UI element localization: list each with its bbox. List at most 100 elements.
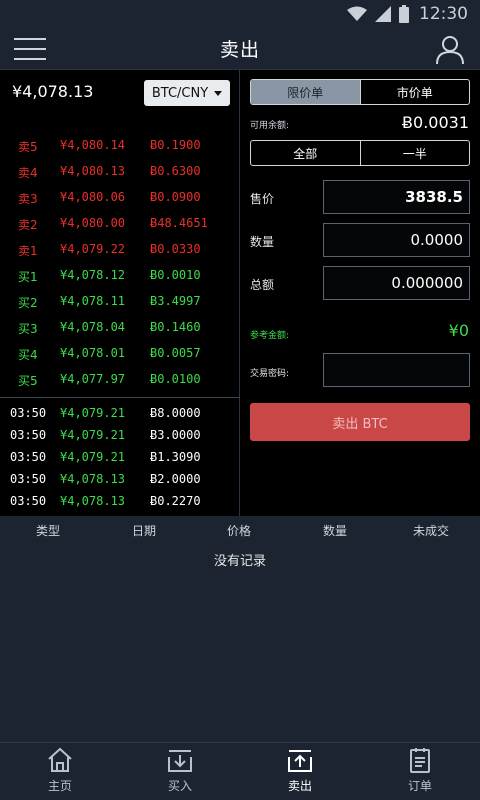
clipboard-icon (410, 748, 430, 773)
order-type-market[interactable]: 市价单 (359, 80, 470, 104)
ask-price: ¥4,080.14 (60, 138, 126, 152)
trade-amount: Ƀ0.2270 (150, 494, 201, 508)
bid-amount: Ƀ0.1460 (150, 320, 201, 334)
user-icon[interactable] (434, 33, 466, 65)
bid-price: ¥4,077.97 (60, 372, 126, 386)
trade-price: ¥4,078.13 (60, 494, 126, 508)
ask-amount: Ƀ0.0900 (150, 190, 201, 204)
price-label: 售价 (250, 192, 275, 206)
trade-amount: Ƀ1.3090 (150, 450, 201, 464)
ask-label: 卖5 (18, 140, 38, 154)
app-header: 卖出 (0, 28, 480, 70)
total-label: 总额 (250, 278, 275, 292)
tab-sell[interactable]: 卖出 (240, 743, 360, 800)
ask-row[interactable]: 卖5 ¥4,080.14 Ƀ0.1900 (0, 136, 240, 156)
market-panel: ¥4,078.13 BTC/CNY 卖5 ¥4,080.14 Ƀ0.1900 卖… (0, 70, 240, 516)
menu-icon-line (14, 58, 46, 60)
ask-row[interactable]: 卖4 ¥4,080.13 Ƀ0.6300 (0, 162, 240, 182)
total-input[interactable]: 0.000000 (323, 266, 470, 300)
pair-select[interactable]: BTC/CNY (144, 80, 230, 106)
quick-amount-all[interactable]: 全部 (251, 141, 360, 165)
trade-row: 03:50 ¥4,079.21 Ƀ8.0000 (0, 404, 240, 424)
ask-label: 卖4 (18, 166, 38, 180)
upload-icon (288, 750, 312, 772)
menu-button[interactable] (14, 36, 48, 62)
ask-label: 卖3 (18, 192, 38, 206)
trade-time: 03:50 (10, 450, 47, 464)
trade-amount: Ƀ8.0000 (150, 406, 201, 420)
page-title: 卖出 (219, 39, 260, 61)
trade-time: 03:50 (10, 406, 47, 420)
reference-label: 参考金额: (250, 331, 290, 341)
trade-amount: Ƀ2.0000 (150, 472, 201, 486)
ask-price: ¥4,080.13 (60, 164, 126, 178)
ask-amount: Ƀ0.6300 (150, 164, 201, 178)
bid-row[interactable]: 买1 ¥4,078.12 Ƀ0.0010 (0, 266, 240, 286)
bid-label: 买1 (18, 270, 38, 284)
order-type-limit[interactable]: 限价单 (251, 80, 360, 104)
ask-amount: Ƀ0.0330 (150, 242, 201, 256)
bid-row[interactable]: 买5 ¥4,077.97 Ƀ0.0100 (0, 370, 240, 390)
password-label: 交易密码: (250, 369, 290, 379)
quick-amount-half[interactable]: 一半 (359, 141, 470, 165)
orders-col-unfilled: 未成交 (413, 524, 450, 538)
quick-amount-toggle: 全部 一半 (250, 140, 470, 166)
trade-time: 03:50 (10, 472, 47, 486)
bid-row[interactable]: 买4 ¥4,078.01 Ƀ0.0057 (0, 344, 240, 364)
download-icon (168, 750, 192, 772)
bid-price: ¥4,078.11 (60, 294, 126, 308)
orders-col-type: 类型 (36, 524, 61, 538)
ask-row[interactable]: 卖2 ¥4,080.00 Ƀ48.4651 (0, 214, 240, 234)
tab-home[interactable]: 主页 (0, 743, 120, 800)
bid-row[interactable]: 买3 ¥4,078.04 Ƀ0.1460 (0, 318, 240, 338)
ask-price: ¥4,080.06 (60, 190, 126, 204)
trade-price: ¥4,079.21 (60, 428, 126, 442)
tab-bar: 主页 买入 卖出 订单 (0, 742, 480, 800)
last-price: ¥4,078.13 (12, 82, 94, 101)
ask-price: ¥4,080.00 (60, 216, 126, 230)
bid-amount: Ƀ3.4997 (150, 294, 201, 308)
tab-buy[interactable]: 买入 (120, 743, 240, 800)
pair-select-value: BTC/CNY (151, 85, 209, 101)
price-input[interactable]: 3838.5 (323, 180, 470, 214)
tab-home-label: 主页 (47, 779, 72, 793)
ask-row[interactable]: 卖1 ¥4,079.22 Ƀ0.0330 (0, 240, 240, 260)
orders-table-header: 类型 日期 价格 数量 未成交 (0, 516, 480, 542)
trade-row: 03:50 ¥4,078.13 Ƀ2.0000 (0, 470, 240, 490)
ask-price: ¥4,079.22 (60, 242, 126, 256)
balance-value: Ƀ0.0031 (402, 113, 469, 132)
tab-buy-label: 买入 (167, 779, 192, 793)
ask-amount: Ƀ0.1900 (150, 138, 201, 152)
divider (0, 397, 240, 398)
bid-price: ¥4,078.12 (60, 268, 126, 282)
balance-label: 可用余额: (250, 121, 290, 131)
reference-value: ¥0 (448, 321, 469, 340)
tab-orders[interactable]: 订单 (360, 743, 480, 800)
menu-icon-line (14, 48, 46, 50)
ask-label: 卖2 (18, 218, 38, 232)
ask-amount: Ƀ48.4651 (150, 216, 208, 230)
trade-row: 03:50 ¥4,079.21 Ƀ1.3090 (0, 448, 240, 468)
trade-price: ¥4,079.21 (60, 450, 126, 464)
signal-icon (375, 6, 391, 22)
bid-row[interactable]: 买2 ¥4,078.11 Ƀ3.4997 (0, 292, 240, 312)
trade-row: 03:50 ¥4,079.21 Ƀ3.0000 (0, 426, 240, 446)
tab-sell-label: 卖出 (287, 779, 312, 793)
password-input[interactable] (323, 353, 470, 387)
bid-amount: Ƀ0.0057 (150, 346, 201, 360)
order-form: 限价单 市价单 可用余额: Ƀ0.0031 全部 一半 售价 3838.5 数量… (241, 70, 480, 516)
bid-label: 买2 (18, 296, 38, 310)
wifi-icon (347, 6, 367, 21)
quantity-input[interactable]: 0.0000 (323, 223, 470, 257)
orders-col-date: 日期 (132, 524, 157, 538)
orders-empty-text: 没有记录 (213, 554, 266, 569)
sell-button[interactable]: 卖出 BTC (250, 403, 470, 441)
status-bar: 12:30 (0, 0, 480, 28)
trade-row: 03:50 ¥4,078.13 Ƀ0.2270 (0, 492, 240, 512)
orders-list (0, 542, 480, 742)
status-icons (347, 5, 409, 23)
bid-price: ¥4,078.04 (60, 320, 126, 334)
bid-amount: Ƀ0.0010 (150, 268, 201, 282)
bid-label: 买5 (18, 374, 38, 388)
ask-row[interactable]: 卖3 ¥4,080.06 Ƀ0.0900 (0, 188, 240, 208)
